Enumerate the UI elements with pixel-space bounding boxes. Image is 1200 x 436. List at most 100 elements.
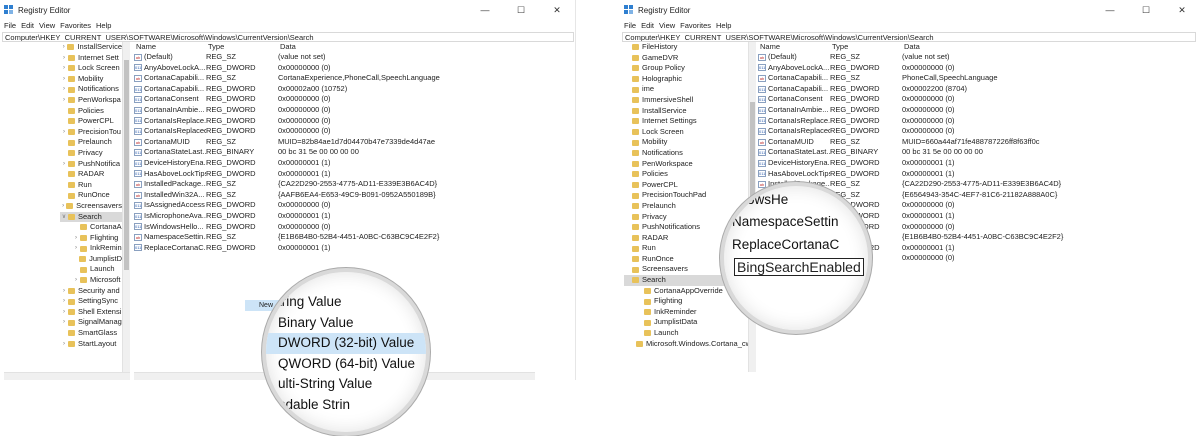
tree-key[interactable]: Privacy (60, 148, 122, 159)
tree-key[interactable]: FileHistory (624, 42, 750, 53)
tree-key[interactable]: SmartGlass (60, 328, 122, 339)
value-row[interactable]: 011 CortanaInAmbie... REG_DWORD 0x00000000 … (758, 105, 1200, 116)
tree-key[interactable]: › InkRemin (60, 243, 122, 254)
chevron-down-icon[interactable]: ∨ (60, 212, 68, 223)
menu-help[interactable]: Help (716, 20, 731, 31)
menu-view[interactable]: View (39, 20, 55, 31)
menu-help[interactable]: Help (96, 20, 111, 31)
value-row[interactable]: 011 DeviceHistoryEna... REG_DWORD 0x0000000… (134, 158, 575, 169)
chevron-right-icon[interactable]: › (60, 159, 68, 170)
value-row[interactable]: 011 CortanaIsReplaced REG_DWORD 0x00000000 … (134, 126, 575, 137)
chevron-right-icon[interactable]: › (60, 286, 68, 297)
tree-key[interactable]: ime (624, 84, 750, 95)
value-row[interactable]: ab CortanaMUID REG_SZ MUID=82b84ae1d7d04470… (134, 137, 575, 148)
value-row[interactable]: 011 CortanaConsent REG_DWORD 0x00000000 (0) (134, 94, 575, 105)
value-row[interactable]: abInstalledPackage...REG_SZ {CA22D290-255… (134, 179, 575, 190)
menu-binary-value[interactable]: Binary Value (278, 315, 354, 330)
column-header-type[interactable]: Type (206, 42, 278, 52)
tree-key[interactable]: › PrecisionTou (60, 127, 122, 138)
minimize-button[interactable]: — (1092, 5, 1128, 16)
chevron-right-icon[interactable]: › (72, 243, 80, 254)
value-row[interactable]: 011 ReplaceCortanaC... REG_DWORD 0x00000001… (134, 243, 575, 254)
value-row[interactable]: 011 CortanaIsReplace... REG_DWORD 0x0000000… (758, 116, 1200, 127)
value-row[interactable]: ab CortanaCapabili... REG_SZ CortanaExperie… (134, 73, 575, 84)
column-header-data[interactable]: Data (278, 42, 568, 52)
value-row[interactable]: ab CortanaCapabili... REG_SZ PhoneCall,Spee… (758, 73, 1200, 84)
tree-key[interactable]: Microsoft.Windows.Cortana_cw5n (624, 339, 750, 350)
menu-string-value[interactable]: tring Value (278, 294, 342, 309)
menu-file[interactable]: File (624, 20, 636, 31)
tree-key[interactable]: › StartLayout (60, 339, 122, 350)
menu-edit[interactable]: Edit (641, 20, 654, 31)
tree-key[interactable]: › Screensavers (60, 201, 122, 212)
value-row[interactable]: 011 DeviceHistoryEna... REG_DWORD 0x0000000… (758, 158, 1200, 169)
tree-key[interactable]: › SettingSync (60, 296, 122, 307)
tree-key[interactable]: › Flighting (60, 233, 122, 244)
value-row[interactable]: 011 HasAboveLockTips REG_DWORD 0x00000001 (… (758, 169, 1200, 180)
tree-key[interactable]: JumplistData (624, 317, 750, 328)
value-row[interactable]: 011 CortanaStateLast... REG_BINARY 00 bc 31… (758, 147, 1200, 158)
chevron-right-icon[interactable]: › (60, 317, 68, 328)
value-row[interactable]: 011 CortanaCapabili... REG_DWORD 0x00002200… (758, 84, 1200, 95)
tree-key[interactable]: CortanaA (60, 222, 122, 233)
close-button[interactable]: ✕ (539, 5, 575, 16)
tree-key[interactable]: Launch (624, 328, 750, 339)
menu-file[interactable]: File (4, 20, 16, 31)
maximize-button[interactable]: ☐ (503, 5, 539, 16)
tree-key[interactable]: InkReminder (624, 307, 750, 318)
tree-key[interactable]: GameDVR (624, 53, 750, 64)
close-button[interactable]: ✕ (1164, 5, 1200, 16)
tree-key[interactable]: PowerCPL (624, 180, 750, 191)
tree-key[interactable]: ∨ Search (60, 211, 122, 223)
tree-key[interactable]: Policies (60, 106, 122, 117)
menu-multi-string-value[interactable]: ulti-String Value (278, 376, 372, 391)
chevron-right-icon[interactable]: › (60, 127, 68, 138)
minimize-button[interactable]: — (467, 5, 503, 16)
rename-input[interactable]: BingSearchEnabled (734, 258, 864, 276)
value-row[interactable]: 011 CortanaCapabili... REG_DWORD 0x00002a00… (134, 84, 575, 95)
tree-key[interactable]: › InstallService (60, 42, 122, 53)
chevron-right-icon[interactable]: › (72, 233, 80, 244)
tree-key[interactable]: Launch (60, 264, 122, 275)
value-row[interactable]: 011 AnyAboveLockA... REG_DWORD 0x00000000 (… (758, 63, 1200, 74)
tree-key[interactable]: RunOnce (60, 190, 122, 201)
menu-expandable-string-value[interactable]: ndable Strin (278, 397, 350, 412)
tree-key[interactable]: Lock Screen (624, 127, 750, 138)
tree-key[interactable]: Mobility (624, 137, 750, 148)
column-header-name[interactable]: Name (134, 42, 206, 52)
tree-key[interactable]: Policies (624, 169, 750, 180)
tree-key[interactable]: ImmersiveShell (624, 95, 750, 106)
tree-key[interactable]: InstallService (624, 106, 750, 117)
value-row[interactable]: ab NamespaceSettin... REG_SZ {E1B6B4B0-52B4… (134, 232, 575, 243)
address-bar[interactable]: Computer\HKEY_CURRENT_USER\SOFTWARE\Micr… (622, 32, 1196, 42)
tree-key[interactable]: JumplistD (60, 254, 122, 265)
chevron-right-icon[interactable]: › (60, 339, 68, 350)
value-row[interactable]: ab InstalledWin32A... REG_SZ {AAFB6EA4-E653… (134, 190, 575, 201)
menu-favorites[interactable]: Favorites (60, 20, 91, 31)
tree-key[interactable]: Run (60, 180, 122, 191)
tree-key[interactable]: › Microsoft (60, 275, 122, 286)
chevron-right-icon[interactable]: › (60, 296, 68, 307)
value-row[interactable]: 011 HasAboveLockTips REG_DWORD 0x00000001 (… (134, 169, 575, 180)
tree-key[interactable]: Internet Settings (624, 116, 750, 127)
value-row[interactable]: ab CortanaMUID REG_SZ MUID=660a44af71fe4887… (758, 137, 1200, 148)
chevron-right-icon[interactable]: › (60, 84, 68, 95)
menu-view[interactable]: View (659, 20, 675, 31)
tree-key[interactable]: › Security and (60, 286, 122, 297)
chevron-right-icon[interactable]: › (60, 74, 68, 85)
value-row[interactable]: 011 IsMicrophoneAva... REG_DWORD 0x00000001… (134, 211, 575, 222)
address-bar[interactable]: Computer\HKEY_CURRENT_USER\SOFTWARE\Micr… (2, 32, 574, 42)
menu-qword-value[interactable]: QWORD (64-bit) Value (278, 356, 415, 371)
chevron-right-icon[interactable]: › (60, 53, 68, 64)
chevron-right-icon[interactable]: › (60, 63, 68, 74)
value-row[interactable]: 011 CortanaConsent REG_DWORD 0x00000000 (0) (758, 94, 1200, 105)
chevron-right-icon[interactable]: › (60, 42, 67, 53)
value-row[interactable]: 011 CortanaIsReplaced REG_DWORD 0x00000000 … (758, 126, 1200, 137)
value-row[interactable]: 011 AnyAboveLockA... REG_DWORD 0x00000000 (… (134, 63, 575, 74)
value-row[interactable]: ab (Default) REG_SZ (value not set) (134, 52, 575, 63)
tree-horizontal-scrollbar[interactable] (4, 372, 130, 380)
maximize-button[interactable]: ☐ (1128, 5, 1164, 16)
column-header-name[interactable]: Name (758, 42, 830, 52)
value-row[interactable]: 011 IsAssignedAccess REG_DWORD 0x00000000 (… (134, 200, 575, 211)
tree-key[interactable]: Notifications (624, 148, 750, 159)
